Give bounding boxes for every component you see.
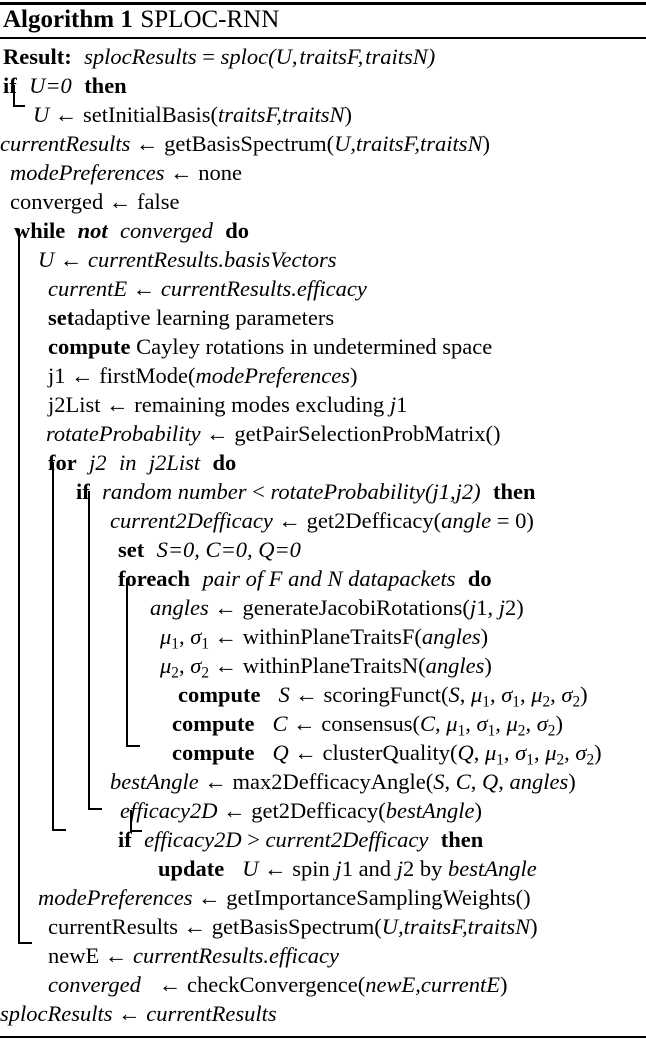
line-foreach-pair: foreach pair of F and N datapackets do	[118, 566, 492, 591]
line-for-j2: for j2 in j2List do	[48, 450, 237, 475]
line-set-adaptive: setadaptive learning parameters	[48, 305, 335, 330]
line-efficacy2d: efficacy2D ← get2Defficacy(bestAngle)	[120, 798, 482, 823]
nest-foot-foreach	[126, 745, 140, 747]
nest-rail-if-init	[13, 85, 15, 106]
bottom-rule	[0, 1036, 646, 1038]
nest-rail-for	[52, 462, 54, 830]
line-current-results-1: currentResults ← getBasisSpectrum(U,trai…	[0, 131, 491, 156]
line-mu2-sigma2: μ2, σ2 ← withinPlaneTraitsN(angles)	[160, 653, 492, 682]
algorithm-label: Algorithm 1	[3, 6, 133, 33]
algorithm-body: Result: splocResults = sploc(U, traitsF, …	[0, 42, 646, 1028]
line-angles-jacobi: angles ← generateJacobiRotations(j1, j2)	[150, 595, 524, 620]
line-best-angle: bestAngle ← max2DefficacyAngle(S, C, Q, …	[110, 769, 576, 794]
line-if-efficacy-greater: if efficacy2D > current2Defficacy then	[118, 827, 484, 852]
line-result: Result: splocResults = sploc(U, traitsF, …	[3, 44, 436, 69]
nest-rail-foreach	[126, 578, 128, 746]
line-j1-first-mode: j1 ← firstMode(modePreferences)	[48, 363, 358, 388]
line-current2defficacy: current2Defficacy ← get2Defficacy(angle …	[110, 508, 534, 533]
line-j2list: j2List ← remaining modes excluding j1	[48, 392, 408, 417]
line-compute-q: compute Q ← clusterQuality(Q, μ1, σ1, μ2…	[172, 740, 602, 769]
line-sploc-results: splocResults ← currentResults	[0, 1001, 277, 1026]
nest-foot-if-efficacy	[130, 830, 142, 832]
line-set-scq: set S=0, C=0, Q=0	[118, 537, 301, 562]
line-current-results-2: currentResults ← getBasisSpectrum(U,trai…	[48, 914, 538, 939]
nest-rail-while	[18, 229, 20, 943]
line-compute-c: compute C ← consensus(C, μ1, σ1, μ2, σ2)	[172, 711, 563, 740]
line-if-u-zero: if U=0 then	[3, 73, 127, 98]
line-u-basis-vectors: U ← currentResults.basisVectors	[38, 247, 337, 272]
title-rule	[0, 37, 646, 39]
line-converged-check: converged ← checkConvergence(newE,curren…	[48, 972, 508, 997]
line-if-random: if random number < rotateProbability(j1,j…	[76, 479, 536, 504]
nest-foot-if-random	[88, 808, 102, 810]
nest-foot-for	[52, 829, 66, 831]
line-compute-s: compute S ← scoringFunct(S, μ1, σ1, μ2, …	[178, 682, 588, 711]
line-mode-preferences-weights: modePreferences ← getImportanceSamplingW…	[38, 885, 531, 910]
line-rotate-probability: rotateProbability ← getPairSelectionProb…	[46, 421, 501, 446]
line-current-e: currentE ← currentResults.efficacy	[48, 276, 367, 301]
line-while: while not converged do	[14, 218, 250, 243]
line-converged-false: converged ← false	[10, 189, 180, 214]
line-mu1-sigma1: μ1, σ1 ← withinPlaneTraitsF(angles)	[160, 624, 489, 653]
nest-rail-if-efficacy	[130, 810, 132, 831]
line-update-spin: update U ← spin j1 and j2 by bestAngle	[158, 856, 537, 881]
nest-foot-while	[18, 942, 32, 944]
algorithm-title: Algorithm 1 SPLOC-RNN	[3, 5, 279, 35]
algorithm-figure: Algorithm 1 SPLOC-RNN Result: splocResults…	[0, 0, 646, 1052]
line-new-e: newE ← currentResults.efficacy	[48, 943, 339, 968]
nest-foot-if-init	[13, 105, 25, 107]
algorithm-name: SPLOC-RNN	[140, 6, 280, 33]
line-set-initial-basis: U ← setInitialBasis(traitsF,traitsN)	[33, 102, 353, 127]
nest-rail-if-random	[88, 491, 90, 809]
line-mode-preferences-none: modePreferences ← none	[10, 160, 243, 185]
line-compute-cayley: compute Cayley rotations in undetermined…	[48, 334, 493, 359]
